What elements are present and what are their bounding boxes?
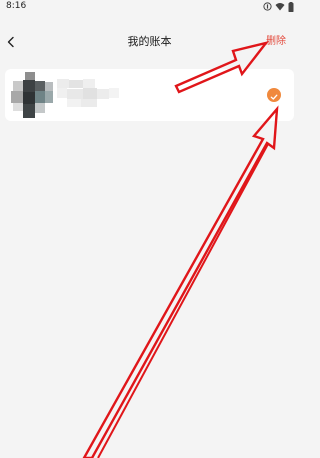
account-card[interactable] [5,69,294,121]
account-name-blurred [57,79,157,109]
status-icons [263,1,294,12]
check-icon [270,86,278,105]
avatar [9,72,53,118]
status-time: 8:16 [6,1,27,11]
header: 我的账本 删除 [0,30,299,56]
battery-icon [288,1,294,12]
selected-check-badge[interactable] [267,88,281,102]
page-title: 我的账本 [127,35,172,48]
arrow-to-check-outer [82,105,279,458]
data-icon [263,2,272,11]
status-bar: 8:16 [0,0,299,14]
delete-button[interactable]: 删除 [266,35,286,49]
wifi-icon [275,2,285,11]
arrow-to-check-inner [97,143,269,458]
